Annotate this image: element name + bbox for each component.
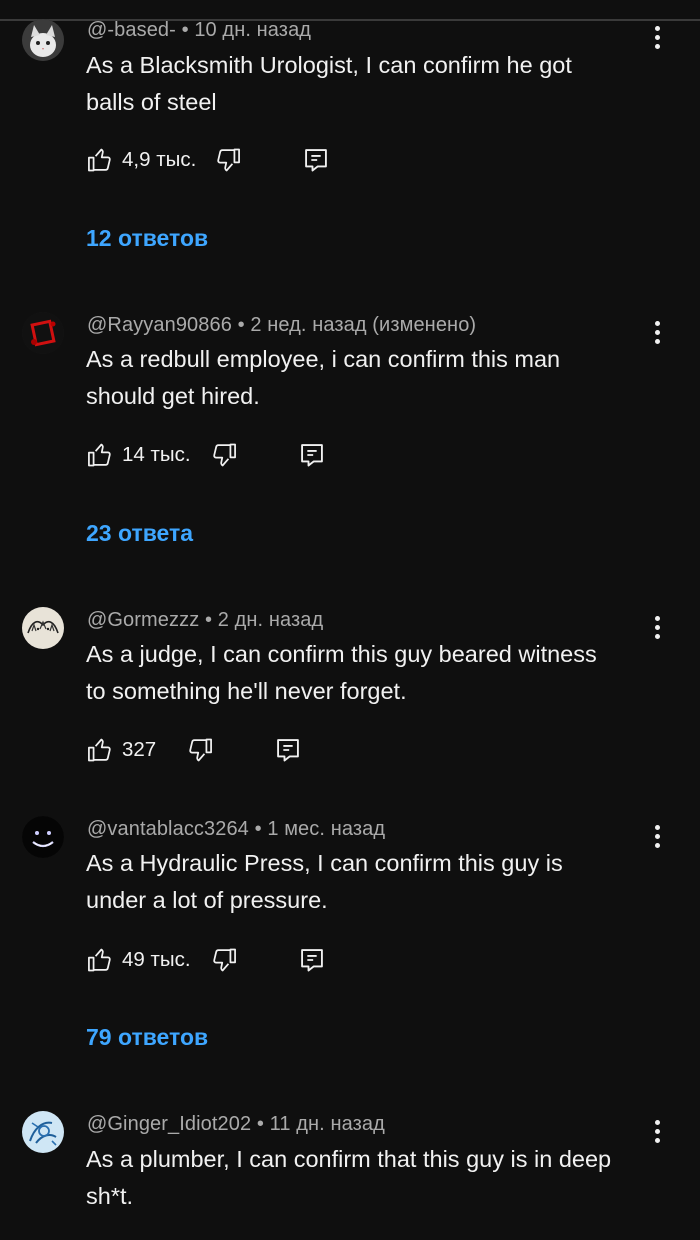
like-count: 4,9 тыс. — [122, 148, 197, 171]
reply-button[interactable] — [298, 438, 326, 472]
thumb-down-icon — [213, 443, 236, 467]
comment-text: As a Blacksmith Urologist, I can confirm… — [86, 47, 646, 121]
like-count: 49 тыс. — [122, 948, 191, 971]
comment-meta[interactable]: @vantablacc3264 • 1 мес. назад — [87, 818, 385, 841]
reply-button[interactable] — [274, 733, 302, 767]
like-count: 14 тыс. — [122, 443, 191, 466]
comment-text-line: As a Blacksmith Urologist, I can confirm… — [86, 52, 572, 78]
comment-meta[interactable]: @Ginger_Idiot202 • 11 дн. назад — [87, 1113, 385, 1136]
comment-text-line: As a plumber, I can confirm that this gu… — [86, 1146, 612, 1172]
dislike-button[interactable] — [210, 438, 238, 472]
reply-icon — [301, 444, 323, 467]
more-vert-icon[interactable] — [648, 26, 666, 54]
dislike-button[interactable] — [210, 943, 238, 977]
replies-link[interactable]: 12 ответов — [86, 225, 208, 252]
comment-text-line: As a Hydraulic Press, I can confirm this… — [86, 850, 563, 876]
like-count: 327 — [122, 738, 157, 761]
thumb-up-icon — [88, 148, 111, 172]
comment-text-line: sh*t. — [86, 1183, 134, 1209]
avatar[interactable] — [22, 1111, 64, 1153]
more-vert-icon[interactable] — [648, 1120, 666, 1148]
reply-button[interactable] — [302, 143, 330, 177]
thumb-down-icon — [189, 738, 212, 762]
reply-icon — [277, 739, 299, 762]
like-button[interactable]: 327 — [86, 733, 156, 767]
replies-link[interactable]: 79 ответов — [86, 1024, 208, 1051]
thumb-down-icon — [217, 148, 240, 172]
avatar[interactable] — [22, 607, 64, 649]
avatar[interactable] — [22, 816, 64, 858]
thumb-up-icon — [88, 738, 111, 762]
comment-text-line: under a lot of pressure. — [86, 887, 328, 913]
comment-meta[interactable]: @Gormezzz • 2 дн. назад — [87, 609, 323, 632]
dislike-button[interactable] — [214, 143, 242, 177]
comment-text: As a redbull employee, i can confirm thi… — [86, 341, 646, 415]
comment-text-line: should get hired. — [86, 383, 260, 409]
comment-text-line: balls of steel — [86, 89, 217, 115]
comment-text-line: to something he'll never forget. — [86, 678, 407, 704]
avatar[interactable] — [22, 312, 64, 354]
thumb-up-icon — [88, 948, 111, 972]
comment-text-line: As a judge, I can confirm this guy beare… — [86, 641, 597, 667]
reply-icon — [301, 949, 323, 972]
more-vert-icon[interactable] — [648, 321, 666, 349]
reply-button[interactable] — [298, 943, 326, 977]
comment-meta[interactable]: @-based- • 10 дн. назад — [87, 19, 311, 42]
like-button[interactable]: 49 тыс. — [86, 943, 191, 977]
comment-text: As a plumber, I can confirm that this gu… — [86, 1141, 646, 1215]
like-button[interactable]: 14 тыс. — [86, 438, 191, 472]
thumb-down-icon — [213, 948, 236, 972]
comment-text-line: As a redbull employee, i can confirm thi… — [86, 346, 561, 372]
dislike-button[interactable] — [186, 733, 214, 767]
reply-icon — [305, 149, 327, 172]
more-vert-icon[interactable] — [648, 616, 666, 644]
replies-link[interactable]: 23 ответа — [86, 520, 193, 547]
like-button[interactable]: 4,9 тыс. — [86, 143, 196, 177]
comment-meta[interactable]: @Rayyan90866 • 2 нед. назад (изменено) — [87, 314, 476, 337]
comment-text: As a judge, I can confirm this guy beare… — [86, 636, 646, 710]
more-vert-icon[interactable] — [648, 825, 666, 853]
thumb-up-icon — [88, 443, 111, 467]
avatar[interactable] — [22, 19, 64, 61]
comment-text: As a Hydraulic Press, I can confirm this… — [86, 845, 646, 919]
